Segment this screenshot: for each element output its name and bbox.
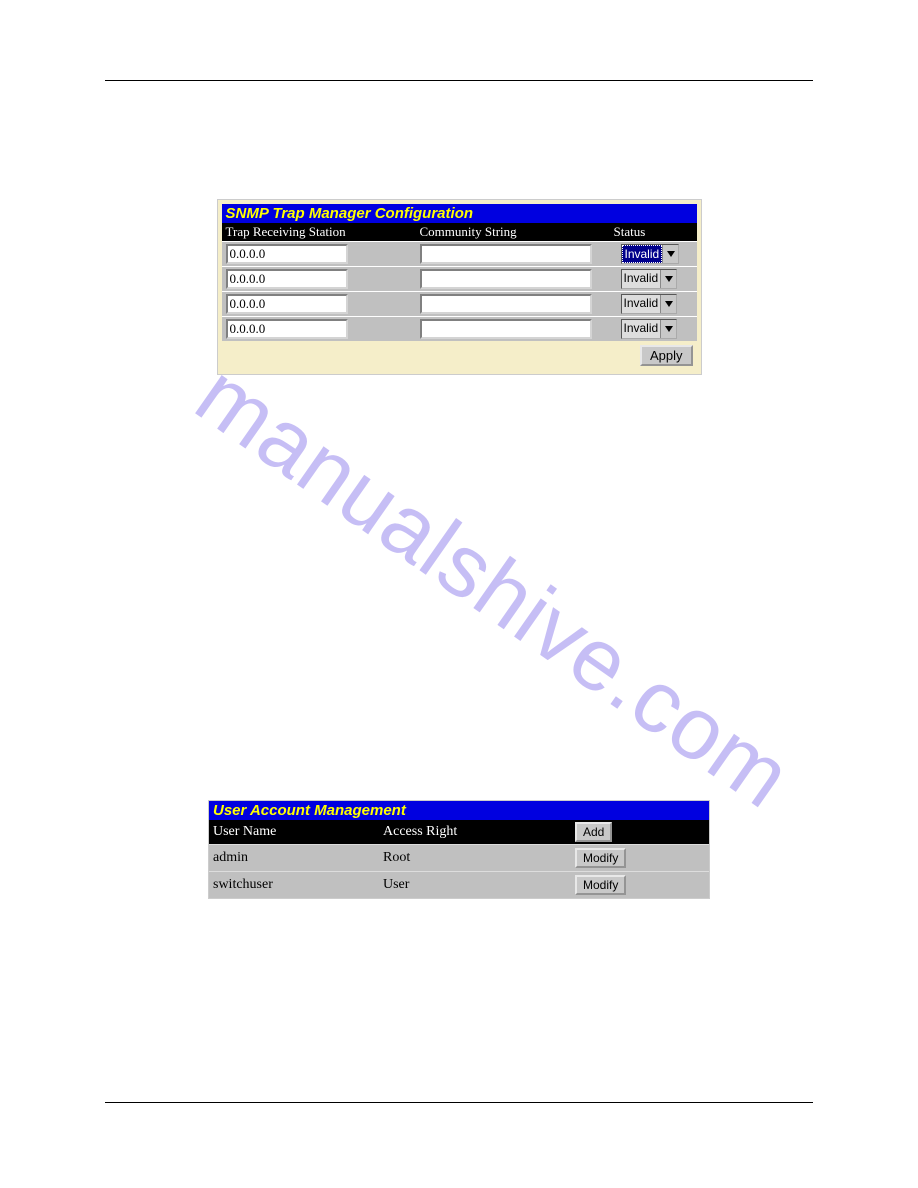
- snmp-header-row: Trap Receiving Station Community String …: [222, 223, 697, 241]
- col-header-username: User Name: [209, 822, 379, 842]
- page: manualshive.com SNMP Trap Manager Config…: [0, 0, 918, 1188]
- status-value: Invalid: [622, 270, 661, 288]
- community-string-input[interactable]: [420, 319, 592, 339]
- apply-button[interactable]: Apply: [640, 345, 693, 366]
- chevron-down-icon: [660, 270, 676, 288]
- snmp-row: Invalid: [222, 316, 697, 341]
- snmp-title: SNMP Trap Manager Configuration: [222, 204, 697, 223]
- watermark: manualshive.com: [178, 343, 810, 828]
- trap-station-input[interactable]: [226, 294, 348, 314]
- trap-station-input[interactable]: [226, 244, 348, 264]
- top-rule: [105, 80, 813, 81]
- community-string-input[interactable]: [420, 294, 592, 314]
- status-select[interactable]: Invalid: [621, 269, 678, 289]
- modify-button[interactable]: Modify: [575, 848, 626, 868]
- modify-button[interactable]: Modify: [575, 875, 626, 895]
- status-value: Invalid: [622, 245, 663, 263]
- user-access-cell: User: [379, 874, 571, 896]
- user-account-panel: User Account Management User Name Access…: [208, 800, 710, 899]
- add-button[interactable]: Add: [575, 822, 612, 842]
- snmp-row: Invalid: [222, 241, 697, 266]
- status-value: Invalid: [622, 295, 661, 313]
- user-title: User Account Management: [209, 801, 709, 820]
- user-row: admin Root Modify: [209, 844, 709, 871]
- snmp-row: Invalid: [222, 266, 697, 291]
- user-name-cell: admin: [209, 847, 379, 869]
- bottom-rule: [105, 1102, 813, 1103]
- community-string-input[interactable]: [420, 244, 592, 264]
- trap-station-input[interactable]: [226, 319, 348, 339]
- user-header-row: User Name Access Right Add: [209, 820, 709, 844]
- status-select[interactable]: Invalid: [621, 244, 680, 264]
- status-select[interactable]: Invalid: [621, 319, 678, 339]
- col-header-status: Status: [610, 223, 697, 241]
- chevron-down-icon: [662, 245, 678, 263]
- col-header-community: Community String: [416, 223, 610, 241]
- trap-station-input[interactable]: [226, 269, 348, 289]
- user-access-cell: Root: [379, 847, 571, 869]
- user-row: switchuser User Modify: [209, 871, 709, 898]
- chevron-down-icon: [660, 320, 676, 338]
- col-header-station: Trap Receiving Station: [222, 223, 416, 241]
- col-header-access: Access Right: [379, 822, 571, 842]
- community-string-input[interactable]: [420, 269, 592, 289]
- snmp-row: Invalid: [222, 291, 697, 316]
- chevron-down-icon: [660, 295, 676, 313]
- apply-row: Apply: [222, 341, 697, 370]
- status-value: Invalid: [622, 320, 661, 338]
- user-name-cell: switchuser: [209, 874, 379, 896]
- snmp-panel: SNMP Trap Manager Configuration Trap Rec…: [217, 199, 702, 375]
- status-select[interactable]: Invalid: [621, 294, 678, 314]
